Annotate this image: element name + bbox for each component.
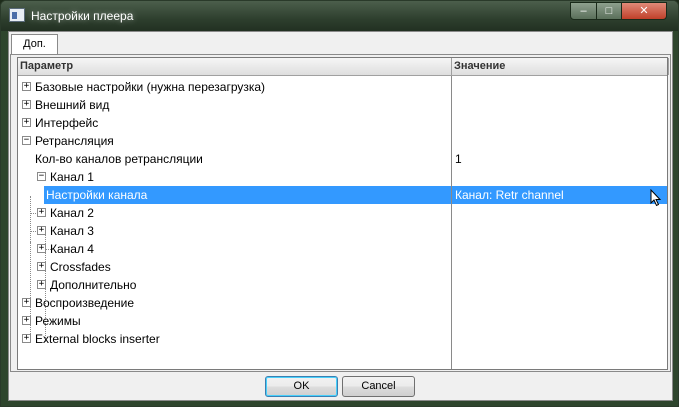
- tree-row[interactable]: + Канал 4: [18, 240, 667, 258]
- tree-row-selected[interactable]: Настройки канала Канал: Retr channel: [18, 186, 667, 207]
- settings-window: Настройки плеера – □ ✕ Доп. Параметр Зна…: [0, 0, 679, 407]
- collapse-icon[interactable]: −: [22, 136, 31, 145]
- row-label: Внешний вид: [35, 98, 110, 112]
- expand-icon[interactable]: +: [37, 280, 46, 289]
- row-label: Канал 3: [50, 224, 94, 238]
- expand-icon[interactable]: +: [37, 226, 46, 235]
- tree-row[interactable]: + Внешний вид: [18, 96, 667, 114]
- row-label: Канал 2: [50, 206, 94, 220]
- dialog-client: Доп. Параметр Значение + Базовые настрой…: [8, 31, 673, 401]
- row-label: External blocks inserter: [35, 332, 160, 346]
- tree-row[interactable]: + Дополнительно: [18, 276, 667, 294]
- row-label: Канал 4: [50, 242, 94, 256]
- column-header-param[interactable]: Параметр: [18, 58, 452, 75]
- expand-icon[interactable]: +: [22, 316, 31, 325]
- title-bar[interactable]: Настройки плеера – □ ✕: [1, 1, 678, 31]
- column-header-value[interactable]: Значение: [452, 58, 669, 75]
- collapse-icon[interactable]: −: [37, 172, 46, 181]
- row-label: Кол-во каналов ретрансляции: [35, 152, 203, 166]
- ok-button[interactable]: OK: [265, 376, 338, 397]
- property-grid[interactable]: Параметр Значение + Базовые настройки (н…: [17, 57, 669, 370]
- expand-icon[interactable]: +: [22, 298, 31, 307]
- minimize-button[interactable]: –: [570, 2, 597, 20]
- tree-row[interactable]: + Канал 3: [18, 222, 667, 240]
- tree-row[interactable]: + Crossfades: [18, 258, 667, 276]
- cancel-button[interactable]: Cancel: [342, 376, 415, 397]
- tree-row[interactable]: Кол-во каналов ретрансляции 1: [18, 150, 667, 168]
- close-button[interactable]: ✕: [621, 2, 667, 20]
- row-value[interactable]: 1: [455, 150, 462, 168]
- expand-icon[interactable]: +: [22, 334, 31, 343]
- window-title: Настройки плеера: [31, 9, 134, 23]
- expand-icon[interactable]: +: [37, 262, 46, 271]
- row-value[interactable]: Канал: Retr channel: [455, 186, 564, 204]
- expand-icon[interactable]: +: [22, 82, 31, 91]
- tree-row[interactable]: − Канал 1: [18, 168, 667, 186]
- row-label: Crossfades: [50, 260, 111, 274]
- row-label: Настройки канала: [46, 188, 148, 202]
- row-label: Режимы: [35, 314, 81, 328]
- maximize-button[interactable]: □: [596, 2, 622, 20]
- row-label: Интерфейс: [35, 116, 99, 130]
- tree-row[interactable]: + Базовые настройки (нужна перезагрузка): [18, 78, 667, 96]
- tab-dop[interactable]: Доп.: [11, 34, 58, 55]
- row-label: Ретрансляция: [35, 134, 114, 148]
- tree-row[interactable]: + Канал 2: [18, 204, 667, 222]
- expand-icon[interactable]: +: [37, 208, 46, 217]
- app-icon: [9, 8, 25, 22]
- row-label: Канал 1: [50, 170, 94, 184]
- tree-row[interactable]: + External blocks inserter: [18, 330, 667, 348]
- tree-row[interactable]: + Интерфейс: [18, 114, 667, 132]
- grid-header: Параметр Значение: [18, 58, 669, 76]
- row-label: Базовые настройки (нужна перезагрузка): [35, 80, 266, 94]
- tree-row[interactable]: − Ретрансляция: [18, 132, 667, 150]
- expand-icon[interactable]: +: [22, 118, 31, 127]
- row-label: Воспроизведение: [35, 296, 135, 310]
- tab-panel: Параметр Значение + Базовые настройки (н…: [10, 54, 671, 372]
- tree-row[interactable]: + Воспроизведение: [18, 294, 667, 312]
- expand-icon[interactable]: +: [22, 100, 31, 109]
- row-label: Дополнительно: [50, 278, 137, 292]
- expand-icon[interactable]: +: [37, 244, 46, 253]
- tree-row[interactable]: + Режимы: [18, 312, 667, 330]
